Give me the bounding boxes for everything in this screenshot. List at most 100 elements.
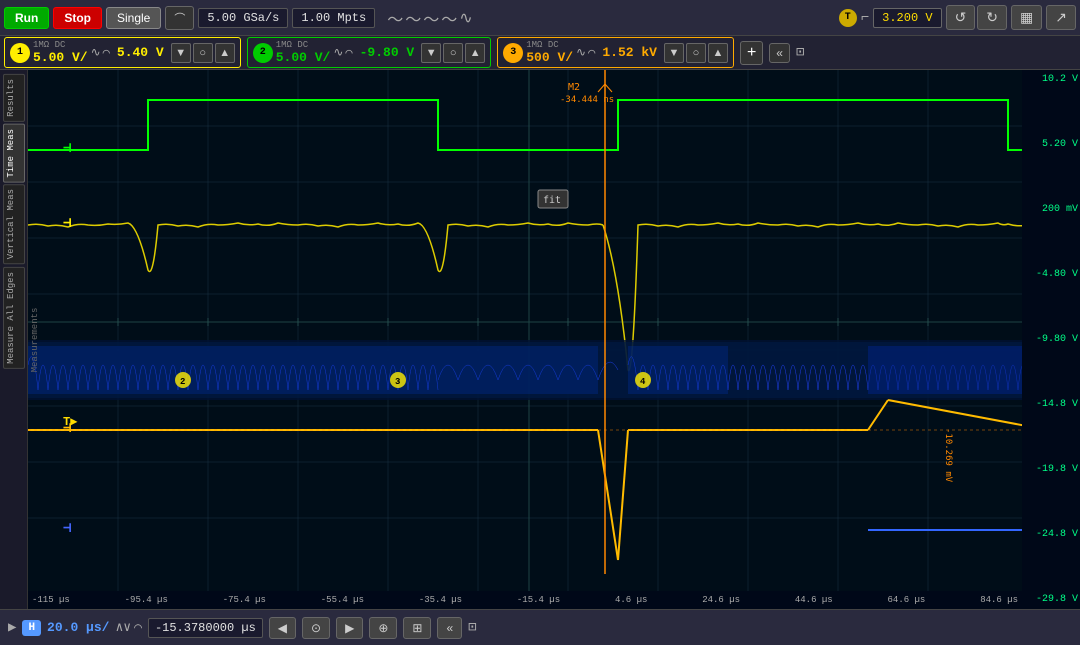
- svg-text:-34.444 ns: -34.444 ns: [560, 95, 614, 105]
- ch1-ctrl-btns: ▼ ○ ▲: [171, 43, 235, 63]
- dbl-arrow-btn[interactable]: «: [437, 617, 462, 639]
- bottom-wave-icons: ∧∨ ⌒: [115, 620, 141, 635]
- ch1-circle-btn[interactable]: ○: [193, 43, 213, 63]
- scale-label-1: 5.20 V: [1024, 139, 1078, 150]
- scale-label-8: -29.8 V: [1024, 594, 1078, 605]
- main-area: Results Time Meas Vertical Meas Measure …: [0, 70, 1080, 609]
- ref-icon[interactable]: ⊡: [796, 44, 804, 61]
- svg-text:⊣: ⊣: [63, 141, 71, 157]
- bottom-arrow-icon[interactable]: ▶: [8, 619, 16, 636]
- scale-label-5: -14.8 V: [1024, 399, 1078, 410]
- ch3-scale: 500 V/: [526, 50, 573, 65]
- time-label-10: 84.6 µs: [980, 595, 1018, 605]
- ch2-down-btn[interactable]: ▼: [421, 43, 441, 63]
- scale-label-3: -4.80 V: [1024, 269, 1078, 280]
- memory-display: 1.00 Mpts: [292, 8, 375, 28]
- play-circle-btn[interactable]: ⊙: [302, 617, 330, 639]
- ch1-coupling: 1MΩ DC: [33, 40, 88, 50]
- left-sidebar: Results Time Meas Vertical Meas Measure …: [0, 70, 28, 609]
- undo-button[interactable]: ↺: [946, 5, 976, 30]
- next-btn[interactable]: ▶: [336, 617, 363, 639]
- ch1-wave-icons: ∿⌒: [91, 45, 110, 60]
- ch3-up-btn[interactable]: ▲: [708, 43, 728, 63]
- ch3-coupling: 1MΩ DC: [526, 40, 573, 50]
- zoom-btn[interactable]: ⊕: [369, 617, 397, 639]
- ch2-scale: 5.00 V/: [276, 50, 331, 65]
- prev-btn[interactable]: ◀: [269, 617, 296, 639]
- svg-text:3: 3: [395, 377, 400, 387]
- stop-button[interactable]: Stop: [53, 7, 102, 29]
- time-label-3: -55.4 µs: [321, 595, 364, 605]
- ch1-down-btn[interactable]: ▼: [171, 43, 191, 63]
- redo-button[interactable]: ↻: [977, 5, 1007, 30]
- menu-button[interactable]: ▦: [1011, 5, 1042, 30]
- scale-label-7: -24.8 V: [1024, 529, 1078, 540]
- svg-text:M2: M2: [568, 82, 580, 93]
- collapse-button[interactable]: «: [769, 43, 790, 63]
- trigger-section: T ⌐ 3.200 V ↺ ↻ ▦ ↗: [839, 5, 1076, 30]
- ch3-badge: 3: [503, 43, 523, 63]
- single-button[interactable]: Single: [106, 7, 161, 29]
- ch2-up-btn[interactable]: ▲: [465, 43, 485, 63]
- sidebar-tab-results[interactable]: Results: [3, 74, 25, 122]
- sidebar-tab-vertical-meas[interactable]: Vertical Meas: [3, 184, 25, 264]
- scale-label-6: -19.8 V: [1024, 464, 1078, 475]
- timebase-display: 20.0 µs/: [47, 620, 109, 635]
- time-label-1: -95.4 µs: [125, 595, 168, 605]
- ch1-up-btn[interactable]: ▲: [215, 43, 235, 63]
- time-label-7: 24.6 µs: [702, 595, 740, 605]
- ch3-ctrl-btns: ▼ ○ ▲: [664, 43, 728, 63]
- ref-bottom-icon[interactable]: ⊡: [468, 619, 476, 636]
- top-toolbar: Run Stop Single ⌒ 5.00 GSa/s 1.00 Mpts 〜…: [0, 0, 1080, 36]
- svg-text:fit: fit: [543, 195, 561, 206]
- grid-btn[interactable]: ⊞: [403, 617, 431, 639]
- svg-text:T▶: T▶: [63, 415, 78, 429]
- ch3-wave-icons: ∿⌒: [576, 45, 595, 60]
- ch3-circle-btn[interactable]: ○: [686, 43, 706, 63]
- svg-text:-10.269 mV: -10.269 mV: [943, 428, 953, 483]
- waveform-type-button[interactable]: ⌒: [165, 6, 194, 30]
- svg-text:⊣: ⊣: [63, 521, 71, 537]
- ch3-down-btn[interactable]: ▼: [664, 43, 684, 63]
- ch2-measurement: -9.80 V: [356, 45, 419, 60]
- sample-rate-display: 5.00 GSa/s: [198, 8, 288, 28]
- time-label-2: -75.4 µs: [223, 595, 266, 605]
- add-math-button[interactable]: +: [740, 41, 763, 65]
- scale-label-4: -9.80 V: [1024, 334, 1078, 345]
- channel-3-block[interactable]: 3 1MΩ DC 500 V/ ∿⌒ 1.52 kV ▼ ○ ▲: [497, 37, 734, 68]
- time-label-8: 44.6 µs: [795, 595, 833, 605]
- channel-toolbar: 1 1MΩ DC 5.00 V/ ∿⌒ 5.40 V ▼ ○ ▲ 2 1MΩ D…: [0, 36, 1080, 70]
- right-scale: 10.2 V 5.20 V 200 mV -4.80 V -9.80 V -14…: [1022, 70, 1080, 609]
- ch2-circle-btn[interactable]: ○: [443, 43, 463, 63]
- waveform-svg: M2 -34.444 ns fit 2 3 4 ⊣ ⊣ ⊣ T▶: [28, 70, 1022, 591]
- svg-text:⊣: ⊣: [63, 216, 71, 232]
- scale-label-0: 10.2 V: [1024, 74, 1078, 85]
- ch2-coupling: 1MΩ DC: [276, 40, 331, 50]
- zoom-button[interactable]: ↗: [1046, 5, 1076, 30]
- time-label-6: 4.6 µs: [615, 595, 647, 605]
- time-label-0: -115 µs: [32, 595, 70, 605]
- channel-1-block[interactable]: 1 1MΩ DC 5.00 V/ ∿⌒ 5.40 V ▼ ○ ▲: [4, 37, 241, 68]
- time-label-9: 64.6 µs: [888, 595, 926, 605]
- time-axis: -115 µs -95.4 µs -75.4 µs -55.4 µs -35.4…: [28, 591, 1022, 609]
- h-badge: H: [22, 620, 41, 636]
- sidebar-tab-measure-all-edges[interactable]: Measure All Edges: [3, 267, 25, 369]
- ch2-ctrl-btns: ▼ ○ ▲: [421, 43, 485, 63]
- ch3-measurement: 1.52 kV: [598, 45, 661, 60]
- scale-label-2: 200 mV: [1024, 204, 1078, 215]
- bottom-toolbar: ▶ H 20.0 µs/ ∧∨ ⌒ -15.3780000 µs ◀ ⊙ ▶ ⊕…: [0, 609, 1080, 645]
- time-label-4: -35.4 µs: [419, 595, 462, 605]
- time-offset-display: -15.3780000 µs: [148, 618, 263, 638]
- svg-text:4: 4: [640, 377, 646, 387]
- ch1-badge: 1: [10, 43, 30, 63]
- trigger-badge: T: [839, 9, 857, 27]
- ch1-measurement: 5.40 V: [113, 45, 168, 60]
- ch2-wave-icons: ∿⌒: [333, 45, 352, 60]
- oscilloscope-display[interactable]: M2 -34.444 ns fit 2 3 4 ⊣ ⊣ ⊣ T▶: [28, 70, 1080, 609]
- sidebar-tab-time-meas[interactable]: Time Meas: [3, 124, 25, 183]
- svg-text:2: 2: [180, 377, 185, 387]
- run-button[interactable]: Run: [4, 7, 49, 29]
- channel-2-block[interactable]: 2 1MΩ DC 5.00 V/ ∿⌒ -9.80 V ▼ ○ ▲: [247, 37, 492, 68]
- ch2-badge: 2: [253, 43, 273, 63]
- ch1-scale: 5.00 V/: [33, 50, 88, 65]
